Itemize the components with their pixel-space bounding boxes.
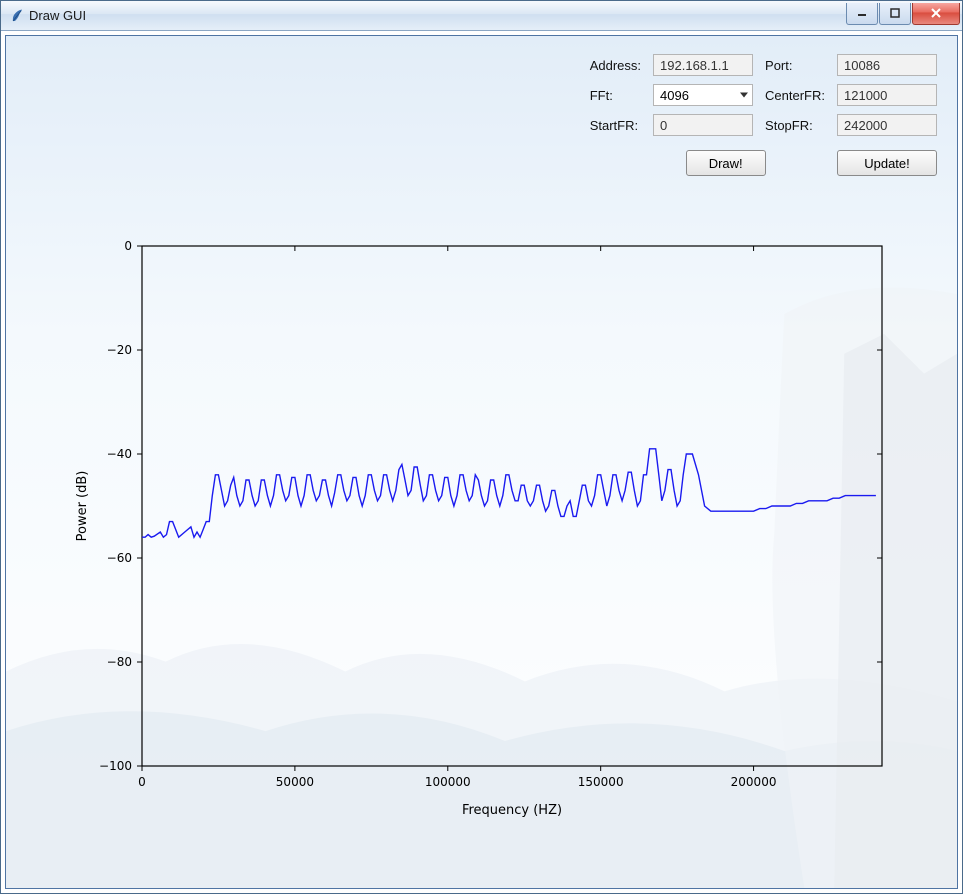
minimize-button[interactable] xyxy=(846,3,878,25)
port-label: Port: xyxy=(765,58,825,73)
client-area: Address: Port: FFt: 4096 CenterFR: Start… xyxy=(5,35,958,889)
stopfr-input[interactable] xyxy=(837,114,937,136)
address-input[interactable] xyxy=(653,54,753,76)
svg-text:−100: −100 xyxy=(99,759,132,773)
centerfr-label: CenterFR: xyxy=(765,88,825,103)
svg-text:Power (dB): Power (dB) xyxy=(75,471,90,542)
fft-value: 4096 xyxy=(660,88,689,103)
form-panel: Address: Port: FFt: 4096 CenterFR: Start… xyxy=(6,36,957,186)
close-button[interactable] xyxy=(912,3,960,25)
svg-text:200000: 200000 xyxy=(730,775,776,789)
fft-combobox[interactable]: 4096 xyxy=(653,84,753,106)
spectrum-chart: −100 −80 −60 −40 −20 0 0 50000 100000 150000 20000… xyxy=(62,226,902,826)
draw-button[interactable]: Draw! xyxy=(686,150,766,176)
startfr-input[interactable] xyxy=(653,114,753,136)
svg-text:0: 0 xyxy=(124,239,132,253)
svg-text:−80: −80 xyxy=(106,655,131,669)
port-input[interactable] xyxy=(837,54,937,76)
fft-label: FFt: xyxy=(590,88,641,103)
startfr-label: StartFR: xyxy=(590,118,641,133)
svg-text:50000: 50000 xyxy=(275,775,313,789)
tk-feather-icon xyxy=(9,8,25,24)
stopfr-label: StopFR: xyxy=(765,118,825,133)
svg-text:−20: −20 xyxy=(106,343,131,357)
svg-text:150000: 150000 xyxy=(577,775,623,789)
titlebar[interactable]: Draw GUI xyxy=(1,1,962,31)
chevron-down-icon xyxy=(740,93,748,98)
centerfr-input[interactable] xyxy=(837,84,937,106)
update-button[interactable]: Update! xyxy=(837,150,937,176)
svg-text:100000: 100000 xyxy=(424,775,470,789)
maximize-button[interactable] xyxy=(879,3,911,25)
svg-text:0: 0 xyxy=(138,775,146,789)
svg-text:Frequency (HZ): Frequency (HZ) xyxy=(461,803,561,818)
svg-text:−40: −40 xyxy=(106,447,131,461)
app-window: Draw GUI xyxy=(0,0,963,894)
window-title: Draw GUI xyxy=(25,8,846,23)
plot-area: −100 −80 −60 −40 −20 0 0 50000 100000 150000 20000… xyxy=(6,186,957,888)
address-label: Address: xyxy=(590,58,641,73)
svg-text:−60: −60 xyxy=(106,551,131,565)
